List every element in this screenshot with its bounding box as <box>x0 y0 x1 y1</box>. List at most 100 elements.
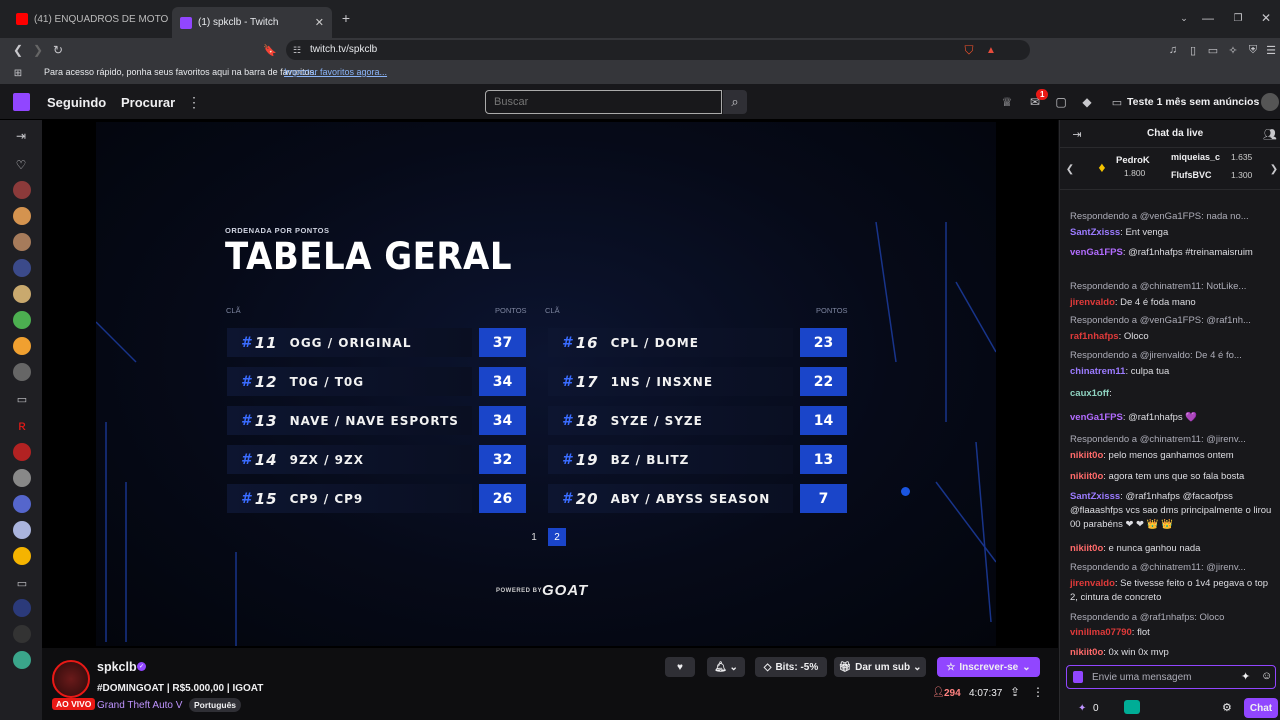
channel-avatar[interactable] <box>13 469 31 487</box>
whispers-icon[interactable]: ▢ <box>1052 94 1070 110</box>
chat-settings-icon[interactable]: ⚙ <box>1222 701 1232 714</box>
tab-list-icon[interactable]: ⌄ <box>1176 10 1192 26</box>
browser-tab-youtube[interactable]: (41) ENQUADROS DE MOTO (EP. 143) <box>8 7 168 31</box>
close-tab-icon[interactable]: ✕ <box>315 16 324 29</box>
chat-username[interactable]: venGa1FPS <box>1070 412 1123 423</box>
chat-username[interactable]: jirenvaldo <box>1070 297 1115 308</box>
reply-context[interactable]: Respondendo a @chinatrem11: @jirenv... <box>1070 561 1278 575</box>
reply-context[interactable]: Respondendo a @raf1nhafps: Oloco <box>1070 611 1278 625</box>
media-icon[interactable]: ♫ <box>1166 42 1180 58</box>
close-window-icon[interactable]: ✕ <box>1258 10 1274 26</box>
chat-username[interactable]: chinatrem11 <box>1070 366 1125 377</box>
chat-send-button[interactable]: Chat <box>1244 698 1278 718</box>
rewards-icon[interactable]: ▲ <box>984 43 998 57</box>
language-tag[interactable]: Português <box>189 698 242 712</box>
reply-context[interactable]: Respondendo a @jirenvaldo: De 4 é fo... <box>1070 349 1278 363</box>
chat-input[interactable]: Envie uma mensagem ✦ ☺ <box>1066 665 1276 689</box>
forward-icon[interactable]: ❯ <box>30 42 46 58</box>
chevron-right-icon[interactable]: ❯ <box>1268 162 1280 176</box>
follow-heart-button[interactable]: ♥ <box>665 657 695 677</box>
brave-shield-icon[interactable]: ⛉ <box>962 43 976 57</box>
menu-icon[interactable]: ☰ <box>1264 42 1278 58</box>
chat-username[interactable]: raf1nhafps <box>1070 331 1119 342</box>
chat-username[interactable]: jirenvaldo <box>1070 578 1115 589</box>
search-input[interactable] <box>485 90 722 114</box>
chat-username[interactable]: SantZxisss <box>1070 491 1120 502</box>
channel-avatar[interactable] <box>13 625 31 643</box>
chat-username[interactable]: caux1off <box>1070 388 1109 399</box>
channel-avatar[interactable] <box>13 233 31 251</box>
turbo-promo[interactable]: Teste 1 mês sem anúncios <box>1127 96 1259 108</box>
game-link[interactable]: Grand Theft Auto V <box>97 700 182 711</box>
site-info-icon[interactable]: ☷ <box>290 43 304 57</box>
apps-icon[interactable]: ⊞ <box>11 66 25 80</box>
channel-avatar[interactable] <box>13 443 31 461</box>
minimize-icon[interactable]: — <box>1200 10 1216 26</box>
reply-context[interactable]: Respondendo a @venGa1FPS: nada no... <box>1070 210 1278 224</box>
channel-avatar[interactable] <box>13 337 31 355</box>
gift-sub-button[interactable]: 🎁︎ Dar um sub ⌄ <box>834 657 926 677</box>
clan-name: ABY / ABYSS SEASON <box>610 491 771 506</box>
rewards-icon[interactable] <box>1073 671 1083 683</box>
url-field[interactable]: ☷ twitch.tv/spkclb ⛉ ▲ <box>286 40 1030 60</box>
channel-avatar[interactable] <box>13 651 31 669</box>
chat-username[interactable]: SantZxisss <box>1070 227 1120 238</box>
channel-avatar[interactable] <box>13 311 31 329</box>
channel-avatar[interactable] <box>13 285 31 303</box>
channel-points-icon[interactable]: ✦ <box>1078 703 1086 714</box>
back-icon[interactable]: ❮ <box>10 42 26 58</box>
chat-username[interactable]: nikiit0o <box>1070 647 1103 658</box>
bookmark-icon[interactable]: 🔖 <box>262 42 278 58</box>
reply-context[interactable]: Respondendo a @chinatrem11: @jirenv... <box>1070 433 1278 447</box>
channel-avatar[interactable] <box>13 181 31 199</box>
prime-crown-icon[interactable]: ♕ <box>998 94 1016 110</box>
sidebar-icon[interactable]: ▯ <box>1186 42 1200 58</box>
video-player[interactable]: ORDENADA POR PONTOS TABELA GERAL CLÃ PON… <box>42 120 1058 648</box>
chat-username[interactable]: nikiit0o <box>1070 450 1103 461</box>
reload-icon[interactable]: ↻ <box>50 42 66 58</box>
bits-icon[interactable]: ◆ <box>1078 94 1096 110</box>
browser-tab-twitch[interactable]: (1) spkclb - Twitch ✕ <box>172 7 332 38</box>
maximize-icon[interactable]: ❐ <box>1230 10 1246 26</box>
extensions-icon[interactable]: ✧ <box>1226 42 1240 58</box>
search-icon[interactable]: ⌕ <box>723 90 747 114</box>
chevron-left-icon[interactable]: ❮ <box>1064 162 1076 176</box>
channel-avatar[interactable] <box>13 599 31 617</box>
channel-avatar[interactable] <box>13 547 31 565</box>
share-icon[interactable]: ⇪ <box>1010 685 1020 699</box>
new-tab-icon[interactable]: + <box>338 10 354 26</box>
bits-cheer-icon[interactable]: ✦ <box>1241 670 1250 683</box>
user-avatar[interactable] <box>1261 93 1279 111</box>
notification-bell-button[interactable]: 🔔︎ ⌄ <box>707 657 745 677</box>
twitch-logo-icon[interactable] <box>13 93 30 111</box>
channel-avatar[interactable] <box>13 363 31 381</box>
chat-username[interactable]: venGa1FPS <box>1070 247 1123 258</box>
channel-avatar[interactable] <box>13 495 31 513</box>
channel-avatar[interactable] <box>13 259 31 277</box>
collapse-chat-icon[interactable]: ⇥ <box>1070 127 1084 141</box>
channel-name[interactable]: spkclb <box>97 660 137 674</box>
wallet-icon[interactable]: ▭ <box>1206 42 1220 58</box>
subscribe-button[interactable]: ☆ Inscrever-se ⌄ <box>937 657 1040 677</box>
more-options-icon[interactable]: ⋮ <box>1032 685 1044 699</box>
vpn-icon[interactable]: ⛨ <box>1246 42 1260 58</box>
community-icon[interactable]: 👥︎ <box>1263 127 1277 141</box>
reply-context[interactable]: Respondendo a @venGa1FPS: @raf1nh... <box>1070 314 1278 328</box>
live-category-icon[interactable]: ʀ <box>13 417 31 433</box>
nav-following[interactable]: Seguindo <box>47 95 106 110</box>
chat-username[interactable]: nikiit0o <box>1070 543 1103 554</box>
import-bookmarks-link[interactable]: Importar favoritos agora... <box>284 67 387 77</box>
channel-avatar[interactable] <box>13 521 31 539</box>
bits-button[interactable]: ◇ Bits: -5% <box>755 657 827 677</box>
channel-avatar[interactable] <box>13 207 31 225</box>
claim-bonus-icon[interactable] <box>1124 700 1140 714</box>
expand-rail-icon[interactable]: ⇥ <box>13 128 29 144</box>
more-icon[interactable]: ⋮ <box>187 94 201 110</box>
emote-icon[interactable]: ☺ <box>1261 670 1272 682</box>
channel-avatar[interactable] <box>52 660 90 698</box>
chat-username[interactable]: vinilima07790 <box>1070 627 1132 638</box>
reply-context[interactable]: Respondendo a @chinatrem11: NotLike... <box>1070 280 1278 294</box>
chat-username[interactable]: nikiit0o <box>1070 471 1103 482</box>
table-row: #20 ABY / ABYSS SEASON 7 <box>548 484 847 513</box>
nav-browse[interactable]: Procurar <box>121 95 175 110</box>
